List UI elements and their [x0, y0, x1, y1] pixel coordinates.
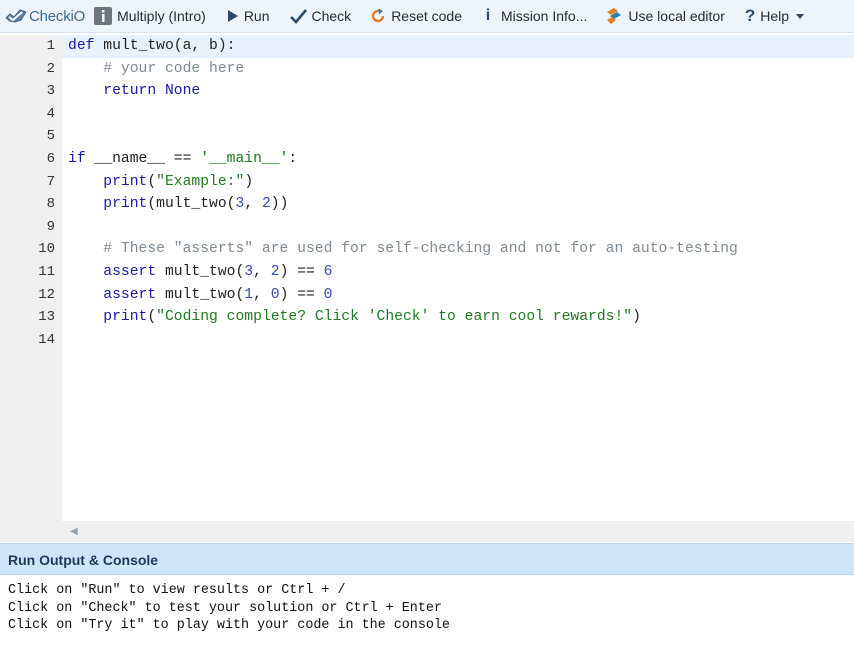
code-line-text: return None	[103, 83, 201, 100]
line-number: 13	[38, 309, 55, 326]
line-number: 6	[46, 151, 55, 167]
run-label: Run	[243, 8, 270, 24]
code-line[interactable]	[62, 216, 854, 239]
code-editor[interactable]: 1 2 3 4 5 6 7 8 9 10 11 12 13 14 def mult_two(a, b): …	[0, 35, 854, 542]
checkio-brand[interactable]: CheckiO	[5, 0, 85, 33]
code-line[interactable]: assert mult_two(1, 0) == 0	[62, 284, 854, 307]
line-number: 3	[46, 83, 55, 100]
mission-title-button[interactable]: Multiply (Intro)	[94, 0, 206, 33]
code-line[interactable]: def mult_two(a, b):	[62, 35, 854, 58]
brand-label: CheckiO	[29, 7, 86, 25]
line-number: 1	[46, 38, 55, 54]
code-line[interactable]: print("Example:")	[62, 171, 854, 194]
horizontal-scrollbar[interactable]: ◀	[62, 521, 854, 542]
code-line-text: print("Example:")	[103, 173, 254, 190]
help-label: Help	[760, 8, 790, 24]
local-editor-icon	[605, 7, 623, 25]
question-icon: ?	[744, 6, 756, 25]
code-line-text: print(mult_two(3, 2))	[103, 196, 289, 213]
reset-code-label: Reset code	[391, 8, 463, 24]
line-number: 7	[46, 173, 55, 190]
code-line[interactable]: print(mult_two(3, 2))	[62, 193, 854, 216]
code-line-text: assert mult_two(1, 0) == 0	[103, 286, 333, 303]
console-header: Run Output & Console	[0, 543, 854, 575]
code-line-text: print("Coding complete? Click 'Check' to…	[103, 309, 641, 326]
console-line: Click on "Try it" to play with your code…	[8, 618, 450, 633]
line-number: 10	[38, 241, 55, 258]
line-number: 9	[46, 218, 55, 235]
line-number: 11	[38, 264, 55, 280]
run-button[interactable]: Run	[227, 0, 270, 33]
line-number: 8	[46, 196, 55, 213]
console-output[interactable]: Click on "Run" to view results or Ctrl +…	[0, 575, 854, 657]
checkio-logo-icon	[5, 8, 27, 24]
code-line[interactable]: assert mult_two(3, 2) == 6	[62, 261, 854, 284]
chevron-down-icon	[796, 13, 805, 19]
reset-refresh-icon	[370, 8, 386, 24]
code-line-text: def mult_two(a, b):	[68, 38, 236, 54]
checkmark-icon	[289, 8, 307, 24]
line-number-gutter: 1 2 3 4 5 6 7 8 9 10 11 12 13 14	[0, 35, 62, 542]
console-line: Click on "Run" to view results or Ctrl +…	[8, 583, 346, 598]
mission-info-square-icon	[94, 7, 113, 25]
use-local-editor-button[interactable]: Use local editor	[605, 0, 725, 33]
help-dropdown-button[interactable]: ? Help	[745, 0, 809, 33]
code-line[interactable]: return None	[62, 80, 854, 103]
scroll-left-arrow-icon[interactable]: ◀	[70, 526, 78, 537]
line-number: 14	[38, 331, 55, 348]
reset-code-button[interactable]: Reset code	[370, 0, 462, 33]
check-button[interactable]: Check	[289, 0, 352, 33]
code-line-text: # your code here	[103, 60, 245, 77]
code-line[interactable]	[62, 125, 854, 148]
play-icon	[227, 9, 239, 23]
toolbar: CheckiO Multiply (Intro) Run Check Reset…	[0, 0, 854, 33]
code-line[interactable]: # your code here	[62, 58, 854, 81]
check-label: Check	[311, 8, 352, 24]
code-line[interactable]: if __name__ == '__main__':	[62, 148, 854, 171]
mission-title: Multiply (Intro)	[117, 8, 206, 24]
code-area[interactable]: def mult_two(a, b): # your code here ret…	[62, 35, 854, 521]
mission-info-button[interactable]: i Mission Info...	[483, 0, 588, 33]
use-local-editor-label: Use local editor	[628, 8, 725, 24]
code-line-text: # These "asserts" are used for self-chec…	[103, 241, 738, 258]
code-line-text: if __name__ == '__main__':	[68, 151, 298, 167]
code-line-text: assert mult_two(3, 2) == 6	[103, 264, 333, 280]
line-number: 4	[46, 105, 55, 122]
code-line[interactable]	[62, 329, 854, 352]
line-number: 5	[46, 128, 55, 145]
code-line[interactable]: print("Coding complete? Click 'Check' to…	[62, 306, 854, 329]
console-title: Run Output & Console	[8, 552, 159, 568]
line-number: 2	[46, 60, 55, 77]
code-line[interactable]: # These "asserts" are used for self-chec…	[62, 238, 854, 261]
mission-info-label: Mission Info...	[501, 8, 588, 24]
code-line[interactable]	[62, 103, 854, 126]
info-i-icon: i	[485, 7, 491, 24]
line-number: 12	[38, 286, 55, 303]
console-line: Click on "Check" to test your solution o…	[8, 600, 442, 616]
